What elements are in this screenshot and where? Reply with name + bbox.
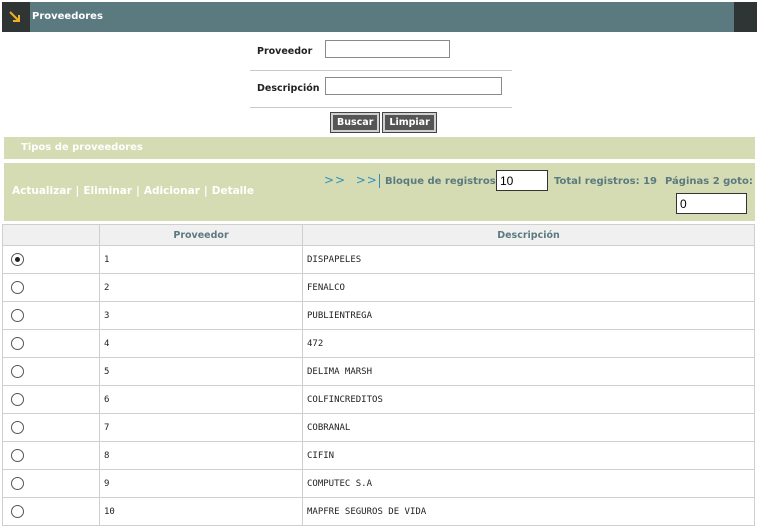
- last-page-link[interactable]: >>: [356, 173, 378, 187]
- row-select-cell: [2, 329, 100, 358]
- actualizar-link[interactable]: Actualizar: [12, 185, 72, 197]
- row-select-cell: [2, 413, 100, 442]
- descripcion-cell: 472: [302, 329, 755, 358]
- descripcion-cell: COBRANAL: [302, 413, 755, 442]
- row-select-cell: [2, 301, 100, 330]
- proveedor-row: Proveedor: [250, 34, 512, 71]
- descripcion-label: Descripción: [257, 83, 320, 94]
- descripcion-cell: FENALCO: [302, 273, 755, 302]
- row-radio[interactable]: [11, 449, 24, 462]
- row-select-cell: [2, 441, 100, 470]
- proveedor-cell: 10: [99, 497, 303, 526]
- buscar-button[interactable]: Buscar: [329, 112, 381, 133]
- providers-table: Proveedor Descripción 1 DISPAPELES 2 FENALC…: [2, 224, 755, 526]
- next-page-link[interactable]: >>: [324, 173, 346, 187]
- adicionar-link[interactable]: Adicionar: [144, 185, 200, 197]
- limpiar-button[interactable]: Limpiar: [382, 112, 437, 133]
- proveedor-cell: 9: [99, 469, 303, 498]
- last-page-bar: [378, 173, 380, 188]
- separator: |: [203, 185, 208, 197]
- proveedor-cell: 1: [99, 245, 303, 274]
- row-radio[interactable]: [11, 393, 24, 406]
- column-header-descripcion: Descripción: [302, 224, 755, 246]
- proveedor-cell: 2: [99, 273, 303, 302]
- detalle-link[interactable]: Detalle: [212, 185, 254, 197]
- table-row[interactable]: 5 DELIMA MARSH: [2, 357, 755, 386]
- row-radio[interactable]: [11, 281, 24, 294]
- table-row[interactable]: 6 COLFINCREDITOS: [2, 385, 755, 414]
- row-radio[interactable]: [11, 309, 24, 322]
- table-row[interactable]: 3 PUBLIENTREGA: [2, 301, 755, 330]
- proveedor-input[interactable]: [325, 40, 450, 58]
- proveedor-cell: 3: [99, 301, 303, 330]
- row-select-cell: [2, 273, 100, 302]
- table-row[interactable]: 8 CIFIN: [2, 441, 755, 470]
- row-select-cell: [2, 497, 100, 526]
- table-row[interactable]: 4 472: [2, 329, 755, 358]
- proveedor-cell: 7: [99, 413, 303, 442]
- row-radio[interactable]: [11, 253, 24, 266]
- pages-label: Páginas 2 goto:: [665, 176, 753, 187]
- goto-input[interactable]: [676, 193, 747, 214]
- row-radio[interactable]: [11, 337, 24, 350]
- table-row[interactable]: 7 COBRANAL: [2, 413, 755, 442]
- descripcion-input[interactable]: [325, 77, 502, 95]
- block-label: Bloque de registros:: [385, 176, 500, 187]
- action-bar: Actualizar | Eliminar | Adicionar | Detalle >>…: [4, 163, 755, 221]
- column-header-select: [2, 224, 100, 246]
- descripcion-cell: DELIMA MARSH: [302, 357, 755, 386]
- column-header-proveedor: Proveedor: [99, 224, 303, 246]
- row-select-cell: [2, 357, 100, 386]
- table-row[interactable]: 1 DISPAPELES: [2, 245, 755, 274]
- separator: |: [75, 185, 80, 197]
- row-radio[interactable]: [11, 365, 24, 378]
- proveedor-cell: 6: [99, 385, 303, 414]
- proveedor-cell: 5: [99, 357, 303, 386]
- row-radio[interactable]: [11, 477, 24, 490]
- pager-nav: >> >>: [324, 173, 380, 188]
- proveedor-cell: 4: [99, 329, 303, 358]
- search-form: Proveedor Descripción: [250, 34, 512, 108]
- descripcion-cell: CIFIN: [302, 441, 755, 470]
- descripcion-cell: COLFINCREDITOS: [302, 385, 755, 414]
- proveedor-label: Proveedor: [257, 46, 313, 57]
- descripcion-cell: PUBLIENTREGA: [302, 301, 755, 330]
- descripcion-cell: COMPUTEC S.A: [302, 469, 755, 498]
- table-header-row: Proveedor Descripción: [2, 224, 755, 246]
- descripcion-cell: MAPFRE SEGUROS DE VIDA: [302, 497, 755, 526]
- descripcion-cell: DISPAPELES: [302, 245, 755, 274]
- section-bar: Tipos de proveedores: [4, 137, 755, 159]
- row-select-cell: [2, 469, 100, 498]
- row-radio[interactable]: [11, 421, 24, 434]
- table-row[interactable]: 2 FENALCO: [2, 273, 755, 302]
- total-records: Total registros: 19: [554, 176, 657, 187]
- action-links: Actualizar | Eliminar | Adicionar | Detalle: [12, 185, 254, 197]
- proveedor-cell: 8: [99, 441, 303, 470]
- table-row[interactable]: 10 MAPFRE SEGUROS DE VIDA: [2, 497, 755, 526]
- arrow-down-right-icon: [2, 2, 30, 32]
- table-row[interactable]: 9 COMPUTEC S.A: [2, 469, 755, 498]
- separator: |: [136, 185, 140, 197]
- row-select-cell: [2, 245, 100, 274]
- section-title: Tipos de proveedores: [21, 142, 143, 153]
- header-corner: [734, 2, 757, 32]
- block-input[interactable]: [496, 170, 548, 191]
- eliminar-link[interactable]: Eliminar: [83, 185, 132, 197]
- descripcion-row: Descripción: [250, 71, 512, 108]
- form-buttons: Buscar Limpiar: [329, 110, 440, 133]
- row-select-cell: [2, 385, 100, 414]
- page-header: Proveedores: [2, 2, 757, 32]
- row-radio[interactable]: [11, 505, 24, 518]
- page-title: Proveedores: [32, 11, 103, 22]
